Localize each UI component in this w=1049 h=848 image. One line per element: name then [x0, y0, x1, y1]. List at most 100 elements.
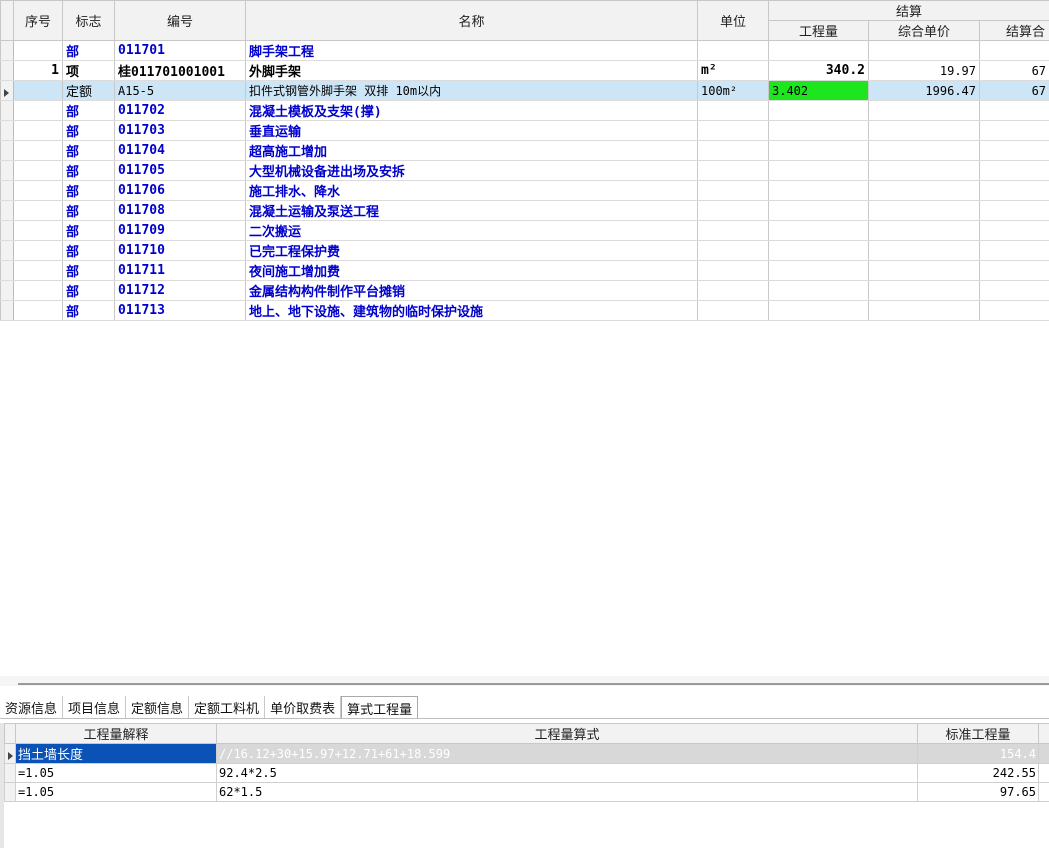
unit-cell[interactable]	[697, 300, 769, 321]
formula-cell[interactable]: 92.4*2.5	[216, 763, 918, 783]
name-cell[interactable]: 金属结构构件制作平台摊销	[245, 280, 698, 301]
code-cell[interactable]: 011703	[114, 120, 246, 141]
row-header[interactable]	[0, 280, 14, 301]
explain-cell[interactable]: =1.05	[15, 782, 217, 802]
price-cell[interactable]: 19.97	[868, 60, 980, 81]
table-row[interactable]: 部 011709 二次搬运	[0, 220, 1049, 241]
flag-cell[interactable]: 部	[62, 120, 115, 141]
seq-cell[interactable]	[13, 140, 63, 161]
table-row[interactable]: 部 011710 已完工程保护费	[0, 240, 1049, 261]
name-cell[interactable]: 超高施工增加	[245, 140, 698, 161]
qty-cell[interactable]	[768, 180, 869, 201]
unit-cell[interactable]	[697, 120, 769, 141]
price-cell[interactable]	[868, 260, 980, 281]
name-cell[interactable]: 二次搬运	[245, 220, 698, 241]
row-header[interactable]	[0, 80, 14, 101]
table-row[interactable]: 部 011713 地上、地下设施、建筑物的临时保护设施	[0, 300, 1049, 321]
price-cell[interactable]	[868, 100, 980, 121]
seq-cell[interactable]	[13, 40, 63, 61]
table-row[interactable]: =1.05 62*1.5 97.65	[4, 782, 1049, 802]
flag-cell[interactable]: 部	[62, 100, 115, 121]
price-cell[interactable]	[868, 160, 980, 181]
price-cell[interactable]	[868, 40, 980, 61]
row-header[interactable]	[0, 160, 14, 181]
code-cell[interactable]: 011705	[114, 160, 246, 181]
unit-cell[interactable]	[697, 200, 769, 221]
code-cell[interactable]: 011708	[114, 200, 246, 221]
formula-cell[interactable]: 62*1.5	[216, 782, 918, 802]
unit-cell[interactable]	[697, 180, 769, 201]
std-qty-cell[interactable]: 154.4	[917, 743, 1039, 764]
col-header-flag[interactable]: 标志	[62, 0, 115, 41]
table-row[interactable]: 部 011708 混凝土运输及泵送工程	[0, 200, 1049, 221]
qty-cell[interactable]	[768, 40, 869, 61]
row-header[interactable]	[0, 40, 14, 61]
row-header[interactable]	[0, 60, 14, 81]
row-header[interactable]	[0, 240, 14, 261]
name-cell[interactable]: 已完工程保护费	[245, 240, 698, 261]
name-cell[interactable]: 夜间施工增加费	[245, 260, 698, 281]
table-row[interactable]: 部 011711 夜间施工增加费	[0, 260, 1049, 281]
row-header[interactable]	[0, 140, 14, 161]
col-header-explain[interactable]: 工程量解释	[15, 723, 217, 744]
total-cell[interactable]	[978, 240, 1049, 261]
col-header-code[interactable]: 编号	[114, 0, 246, 41]
row-header[interactable]	[4, 743, 16, 764]
tab-quota-info[interactable]: 定额信息	[126, 696, 190, 718]
tab-unit-price-fees[interactable]: 单价取费表	[265, 696, 342, 718]
seq-cell[interactable]	[13, 240, 63, 261]
total-cell[interactable]	[978, 300, 1049, 321]
seq-cell[interactable]	[13, 300, 63, 321]
table-row-selected[interactable]: 定额 A15-5 扣件式钢管外脚手架 双排 10m以内 100m² 3.402 …	[0, 80, 1049, 101]
col-header-qty[interactable]: 工程量	[768, 20, 869, 41]
flag-cell[interactable]: 部	[62, 140, 115, 161]
qty-cell[interactable]: 340.2	[768, 60, 869, 81]
price-cell[interactable]	[868, 300, 980, 321]
row-header[interactable]	[0, 220, 14, 241]
price-cell[interactable]	[868, 200, 980, 221]
total-cell[interactable]	[978, 220, 1049, 241]
total-cell[interactable]	[978, 200, 1049, 221]
total-cell[interactable]	[978, 100, 1049, 121]
flag-cell[interactable]: 项	[62, 60, 115, 81]
col-header-std-qty[interactable]: 标准工程量	[917, 723, 1039, 744]
price-cell[interactable]: 1996.47	[868, 80, 980, 101]
row-header[interactable]	[0, 180, 14, 201]
seq-cell[interactable]	[13, 220, 63, 241]
seq-cell[interactable]	[13, 200, 63, 221]
name-cell[interactable]: 垂直运输	[245, 120, 698, 141]
row-header[interactable]	[0, 100, 14, 121]
qty-cell[interactable]	[768, 140, 869, 161]
col-header-formula[interactable]: 工程量算式	[216, 723, 918, 744]
col-header-unit[interactable]: 单位	[697, 0, 769, 41]
code-cell[interactable]: 011701	[114, 40, 246, 61]
seq-cell[interactable]	[13, 260, 63, 281]
flag-cell[interactable]: 部	[62, 240, 115, 261]
qty-cell[interactable]	[768, 100, 869, 121]
flag-cell[interactable]: 部	[62, 160, 115, 181]
total-cell[interactable]	[978, 160, 1049, 181]
qty-cell[interactable]	[768, 160, 869, 181]
flag-cell[interactable]: 部	[62, 220, 115, 241]
qty-cell[interactable]	[768, 240, 869, 261]
table-row[interactable]: 部 011701 脚手架工程	[0, 40, 1049, 61]
code-cell[interactable]: 011706	[114, 180, 246, 201]
unit-cell[interactable]: m²	[697, 60, 769, 81]
price-cell[interactable]	[868, 180, 980, 201]
unit-cell[interactable]	[697, 100, 769, 121]
qty-cell[interactable]	[768, 280, 869, 301]
total-cell[interactable]: 67	[978, 60, 1049, 81]
unit-cell[interactable]	[697, 260, 769, 281]
qty-cell[interactable]	[768, 120, 869, 141]
flag-cell[interactable]: 部	[62, 260, 115, 281]
flag-cell[interactable]: 部	[62, 40, 115, 61]
qty-cell-editing[interactable]: 3.402	[768, 80, 869, 101]
total-cell[interactable]	[978, 40, 1049, 61]
unit-cell[interactable]	[697, 160, 769, 181]
price-cell[interactable]	[868, 120, 980, 141]
unit-cell[interactable]	[697, 280, 769, 301]
tab-resource-info[interactable]: 资源信息	[0, 696, 64, 718]
col-header-unit-price[interactable]: 综合单价	[868, 20, 980, 41]
col-header-name[interactable]: 名称	[245, 0, 698, 41]
seq-cell[interactable]	[13, 160, 63, 181]
